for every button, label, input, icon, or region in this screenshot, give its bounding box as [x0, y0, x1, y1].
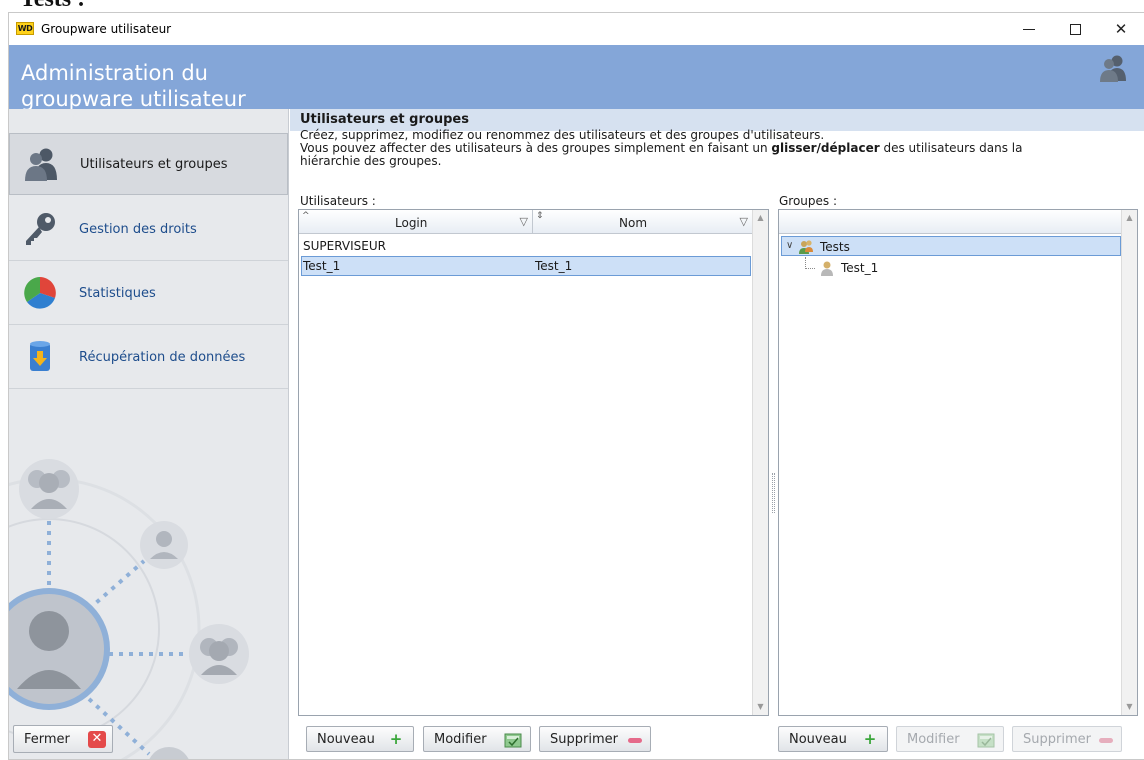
- description-bold-text: glisser/déplacer: [771, 141, 880, 155]
- users-table[interactable]: ^ Login ▽ ⇕ Nom ▽ SUPERVISEUR Test_1 Tes…: [298, 209, 769, 716]
- edit-icon: [977, 733, 995, 748]
- app-heading: Administration du groupware utilisateur: [21, 61, 246, 111]
- section-title: Utilisateurs et groupes: [300, 112, 469, 127]
- column-header-label: Nom: [619, 216, 648, 230]
- description-line: hiérarchie des groupes.: [300, 154, 442, 168]
- close-icon: ✕: [88, 731, 106, 748]
- groups-edit-button[interactable]: Modifier: [896, 726, 1004, 752]
- pie-chart-icon: [24, 277, 56, 309]
- filter-icon[interactable]: ▽: [740, 215, 748, 228]
- sidebar-item-label: Gestion des droits: [79, 222, 197, 237]
- close-button-label: Fermer: [24, 732, 70, 747]
- sidebar-item-label: Récupération de données: [79, 350, 246, 365]
- groups-list-label: Groupes :: [779, 194, 838, 208]
- delete-icon: [1099, 738, 1113, 743]
- scroll-up-icon[interactable]: ▲: [1122, 210, 1137, 226]
- users-list-label: Utilisateurs :: [300, 194, 376, 208]
- users-table-header: ^ Login ▽ ⇕ Nom ▽: [299, 210, 753, 234]
- decorative-users-illustration: [9, 459, 249, 759]
- button-label: Supprimer: [550, 732, 618, 747]
- button-label: Modifier: [907, 732, 960, 747]
- tree-node-label: Test_1: [841, 261, 879, 275]
- close-icon: ✕: [1114, 20, 1128, 38]
- maximize-button[interactable]: [1052, 13, 1098, 45]
- minimize-button[interactable]: [1006, 13, 1052, 45]
- groups-scrollbar[interactable]: ▲ ▼: [1121, 210, 1137, 715]
- close-window-button[interactable]: ✕: [1098, 13, 1144, 45]
- splitter-handle[interactable]: [772, 473, 775, 513]
- chevron-down-icon[interactable]: ∨: [786, 240, 793, 251]
- maximize-icon: [1069, 24, 1081, 35]
- description-text: Vous pouvez affecter des utilisateurs à …: [300, 141, 772, 155]
- plus-icon: +: [389, 730, 403, 748]
- sidebar-item-rights[interactable]: Gestion des droits: [9, 199, 288, 261]
- button-label: Modifier: [434, 732, 487, 747]
- users-edit-button[interactable]: Modifier: [423, 726, 531, 752]
- users-new-button[interactable]: Nouveau +: [306, 726, 414, 752]
- edit-icon: [504, 733, 522, 748]
- description-text: des utilisateurs dans la: [879, 141, 1023, 155]
- delete-icon: [628, 738, 642, 743]
- button-label: Nouveau: [789, 732, 847, 747]
- groups-tree-header: [779, 210, 1123, 234]
- groups-new-button[interactable]: Nouveau +: [778, 726, 888, 752]
- sidebar-item-data-recovery[interactable]: Récupération de données: [9, 327, 288, 389]
- title-bar: WD Groupware utilisateur ✕: [9, 13, 1144, 45]
- column-header-label: Login: [395, 216, 428, 230]
- scroll-down-icon[interactable]: ▼: [1122, 699, 1137, 715]
- app-window: WD Groupware utilisateur ✕ Administratio…: [8, 12, 1144, 760]
- app-logo-icon: WD: [16, 22, 34, 35]
- sort-icon[interactable]: ^: [302, 211, 310, 221]
- column-header-nom[interactable]: ⇕ Nom ▽: [533, 210, 753, 234]
- cell-login: Test_1: [303, 259, 341, 273]
- key-icon: [26, 213, 55, 245]
- users-header-icon: [1100, 55, 1126, 82]
- tree-node-group[interactable]: ∨ Tests: [781, 236, 1121, 256]
- sort-icon[interactable]: ⇕: [536, 211, 544, 221]
- minimize-icon: [1023, 29, 1035, 30]
- user-icon: [821, 261, 833, 276]
- users-delete-button[interactable]: Supprimer: [539, 726, 651, 752]
- table-row-selected[interactable]: Test_1 Test_1: [301, 256, 751, 276]
- cell-nom: Test_1: [535, 259, 573, 273]
- close-button[interactable]: Fermer ✕: [13, 725, 113, 753]
- sidebar-item-users-groups[interactable]: Utilisateurs et groupes: [9, 133, 288, 195]
- button-label: Supprimer: [1023, 732, 1091, 747]
- sidebar-item-label: Statistiques: [79, 286, 156, 301]
- groups-delete-button[interactable]: Supprimer: [1012, 726, 1122, 752]
- sidebar: Utilisateurs et groupes Gestion des droi…: [9, 109, 289, 759]
- table-row[interactable]: SUPERVISEUR: [301, 236, 751, 256]
- plus-icon: +: [863, 730, 877, 748]
- column-header-login[interactable]: ^ Login ▽: [299, 210, 533, 234]
- scroll-up-icon[interactable]: ▲: [753, 210, 768, 226]
- group-icon: [799, 240, 813, 254]
- groups-tree[interactable]: ∨ Tests Test_1 ▲ ▼: [778, 209, 1138, 716]
- tree-node-user[interactable]: Test_1: [781, 258, 1121, 278]
- sidebar-item-statistics[interactable]: Statistiques: [9, 263, 288, 325]
- tree-node-label: Tests: [820, 240, 850, 254]
- cell-login: SUPERVISEUR: [303, 239, 386, 253]
- database-restore-icon: [30, 341, 50, 371]
- window-title: Groupware utilisateur: [41, 22, 172, 36]
- scroll-down-icon[interactable]: ▼: [753, 699, 768, 715]
- users-scrollbar[interactable]: ▲ ▼: [752, 210, 768, 715]
- sidebar-item-label: Utilisateurs et groupes: [80, 157, 228, 172]
- users-icon: [25, 148, 57, 181]
- button-label: Nouveau: [317, 732, 375, 747]
- section-description: Créez, supprimez, modifiez ou renommez d…: [300, 129, 1130, 168]
- filter-icon[interactable]: ▽: [520, 215, 528, 228]
